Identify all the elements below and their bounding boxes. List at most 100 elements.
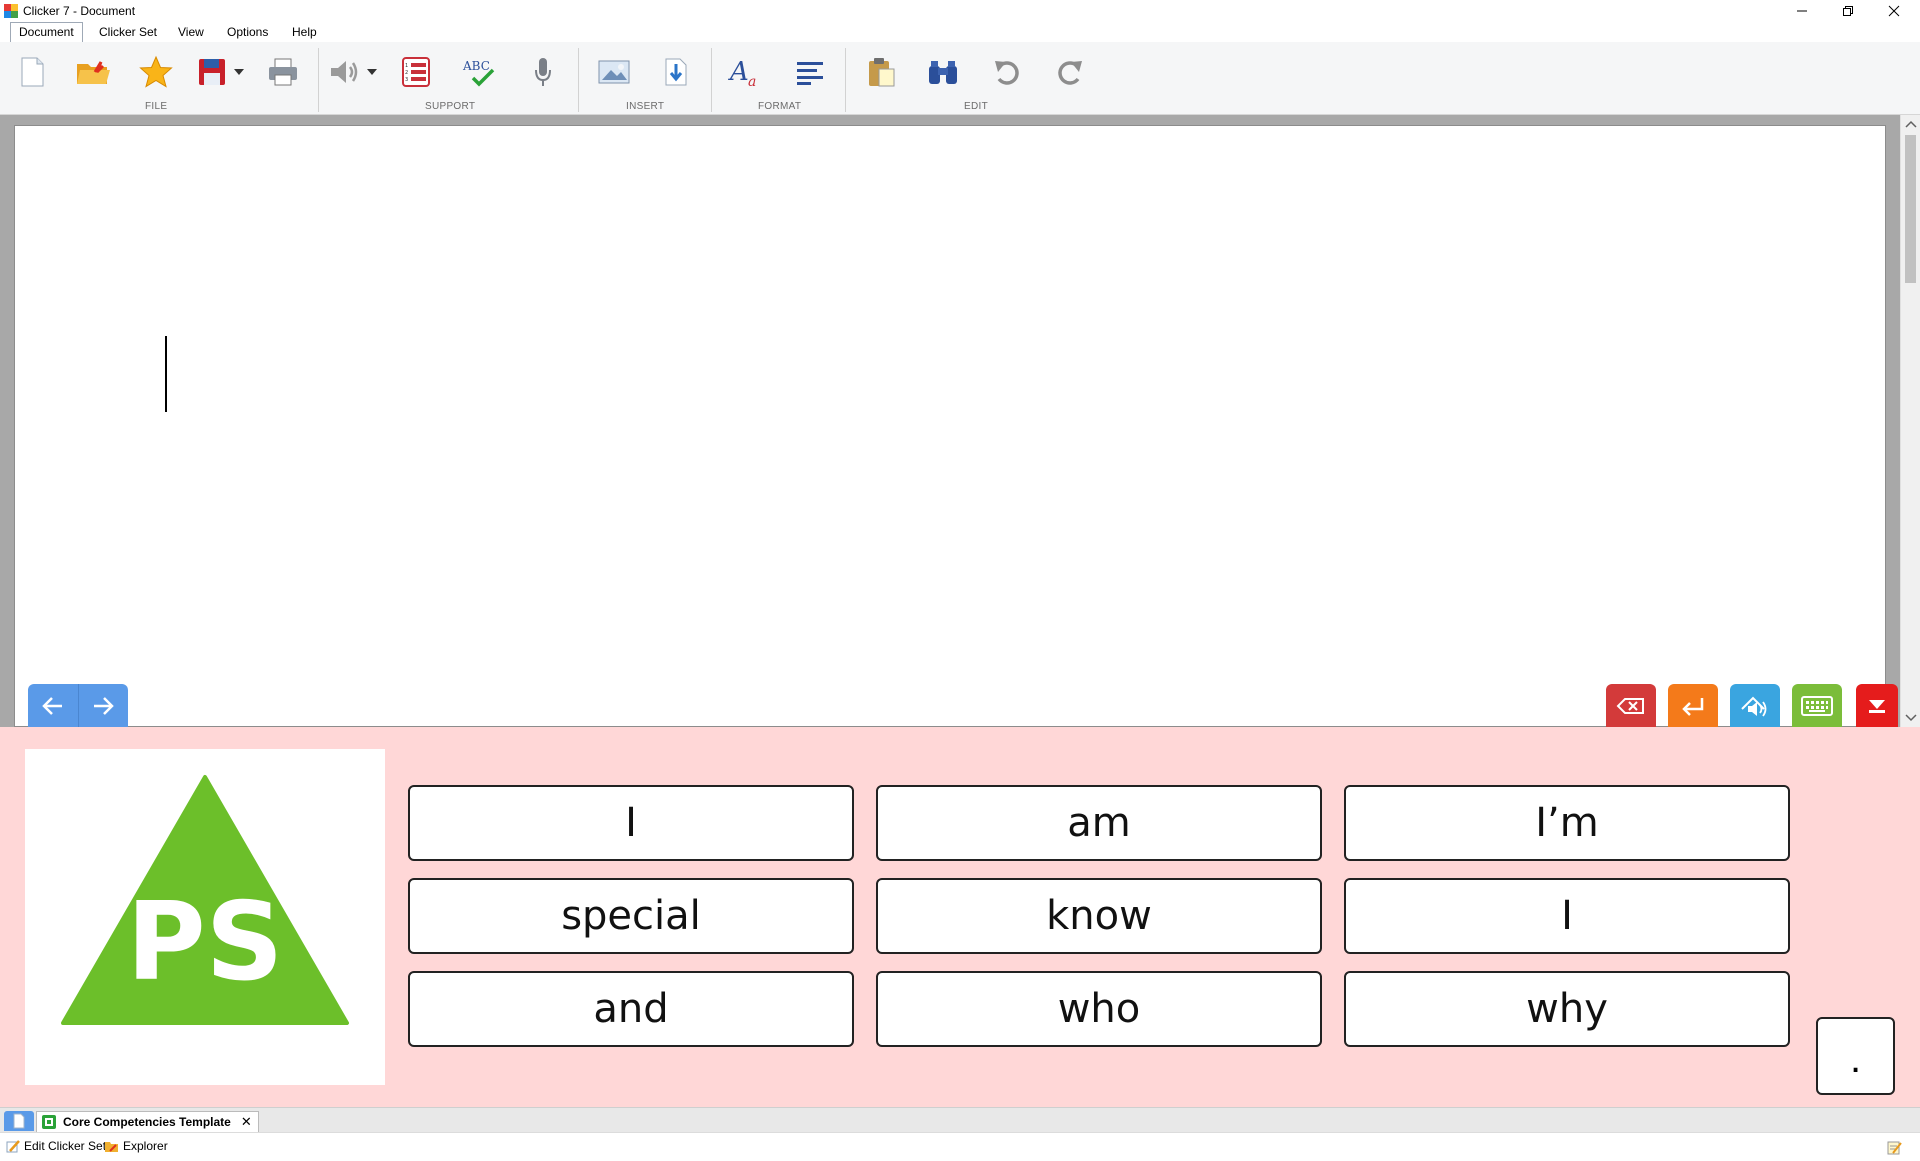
delete-button[interactable] — [1606, 684, 1656, 727]
word-cell[interactable]: I’m — [1344, 785, 1790, 861]
document-page[interactable] — [14, 125, 1886, 727]
svg-text:3: 3 — [405, 77, 408, 83]
menu-bar: Document Clicker Set View Options Help — [0, 22, 1920, 43]
ps-logo-card[interactable]: PS — [25, 749, 385, 1085]
spell-check-button[interactable]: ABC — [459, 52, 499, 92]
restore-icon — [1843, 6, 1853, 16]
scroll-up-icon[interactable] — [1901, 117, 1920, 131]
arrow-left-icon — [41, 696, 62, 715]
menu-help[interactable]: Help — [288, 25, 321, 39]
enter-icon — [1682, 697, 1704, 716]
speech-button[interactable] — [324, 52, 364, 92]
favourite-button[interactable] — [136, 52, 176, 92]
collapse-grid-button[interactable] — [1856, 684, 1898, 727]
close-window-button[interactable] — [1872, 0, 1916, 22]
group-divider — [845, 48, 846, 112]
scrollbar-thumb[interactable] — [1905, 135, 1916, 283]
word-list-button[interactable]: 123 — [396, 52, 436, 92]
scroll-down-icon[interactable] — [1901, 711, 1920, 725]
dictation-button[interactable] — [523, 52, 563, 92]
speak-button[interactable] — [1730, 684, 1780, 727]
edit-clicker-set-link[interactable]: Edit Clicker Set — [6, 1139, 106, 1153]
chevron-down-icon — [367, 69, 377, 75]
restore-button[interactable] — [1826, 0, 1870, 22]
explorer-label: Explorer — [123, 1139, 168, 1153]
word-cell[interactable]: why — [1344, 971, 1790, 1047]
clicker-set-tab[interactable]: Core Competencies Template ✕ — [36, 1111, 259, 1132]
undo-icon — [995, 61, 1019, 85]
text-style-button[interactable]: Aa — [725, 52, 765, 92]
insert-file-button[interactable] — [656, 52, 696, 92]
clicker-grid-panel: PS I am I’m special know I and who why . — [0, 727, 1920, 1107]
align-button[interactable] — [790, 52, 830, 92]
previous-grid-button[interactable] — [28, 684, 78, 727]
group-label-edit: EDIT — [964, 101, 988, 112]
group-divider — [318, 48, 319, 112]
favourite-star-icon — [139, 55, 173, 88]
folder-icon — [105, 1141, 118, 1152]
group-label-format: FORMAT — [758, 101, 802, 112]
redo-button[interactable] — [1050, 52, 1090, 92]
menu-options[interactable]: Options — [223, 25, 272, 39]
speech-dropdown[interactable] — [365, 52, 379, 92]
arrow-right-icon — [94, 696, 115, 715]
clicker-set-name: Core Competencies Template — [63, 1115, 231, 1129]
paste-button[interactable] — [861, 52, 901, 92]
clicker-app-icon — [4, 4, 18, 18]
find-binoculars-icon — [929, 61, 957, 84]
edit-pencil-icon — [6, 1140, 20, 1153]
print-button[interactable] — [263, 52, 303, 92]
speaker-icon — [331, 61, 358, 83]
redo-icon — [1058, 61, 1082, 85]
menu-view[interactable]: View — [174, 25, 208, 39]
explorer-link[interactable]: Explorer — [104, 1139, 168, 1153]
word-cell[interactable]: am — [876, 785, 1322, 861]
svg-text:ABC: ABC — [462, 59, 490, 73]
close-icon — [1888, 5, 1900, 17]
keyboard-icon — [1801, 695, 1833, 716]
document-area — [0, 115, 1900, 727]
insert-picture-button[interactable] — [594, 52, 634, 92]
vertical-scrollbar[interactable] — [1900, 115, 1920, 727]
paste-icon — [869, 58, 895, 87]
undo-button[interactable] — [987, 52, 1027, 92]
enter-button[interactable] — [1668, 684, 1718, 727]
keyboard-button[interactable] — [1792, 684, 1842, 727]
word-cell[interactable]: who — [876, 971, 1322, 1047]
group-label-file: FILE — [145, 101, 168, 112]
svg-text:1: 1 — [405, 63, 408, 69]
word-cell[interactable]: know — [876, 878, 1322, 954]
notepad-icon[interactable] — [1886, 1139, 1902, 1155]
speak-sentence-icon — [1741, 696, 1767, 717]
minimize-icon — [1797, 10, 1807, 12]
text-style-icon: Aa — [728, 57, 756, 88]
next-grid-button[interactable] — [77, 684, 129, 727]
status-bar: Edit Clicker Set Explorer — [0, 1132, 1920, 1161]
tab-document[interactable]: Document — [10, 22, 83, 42]
word-cell[interactable]: I — [408, 785, 854, 861]
word-cell[interactable]: special — [408, 878, 854, 954]
document-tab[interactable] — [4, 1111, 34, 1131]
open-button[interactable] — [73, 52, 113, 92]
ps-logo-text: PS — [127, 880, 284, 1005]
find-button[interactable] — [923, 52, 963, 92]
word-cell[interactable]: I — [1344, 878, 1790, 954]
group-divider — [578, 48, 579, 112]
full-stop-cell[interactable]: . — [1816, 1017, 1895, 1095]
numbered-list-icon: 123 — [402, 57, 430, 87]
align-left-icon — [797, 62, 823, 85]
open-folder-icon — [77, 61, 110, 84]
document-icon — [13, 1113, 25, 1129]
ribbon-toolbar: FILE 123 ABC SUPPORT INSERT Aa FORMAT ED… — [0, 42, 1920, 115]
group-label-support: SUPPORT — [425, 101, 476, 112]
word-cell[interactable]: and — [408, 971, 854, 1047]
save-button[interactable] — [192, 52, 232, 92]
menu-clicker-set[interactable]: Clicker Set — [95, 25, 161, 39]
microphone-icon — [535, 58, 551, 86]
close-tab-icon[interactable]: ✕ — [241, 1114, 252, 1130]
save-dropdown[interactable] — [232, 52, 246, 92]
new-document-button[interactable] — [12, 52, 52, 92]
print-icon — [269, 58, 297, 86]
minimize-button[interactable] — [1780, 0, 1824, 22]
title-bar: Clicker 7 - Document — [0, 0, 1920, 22]
